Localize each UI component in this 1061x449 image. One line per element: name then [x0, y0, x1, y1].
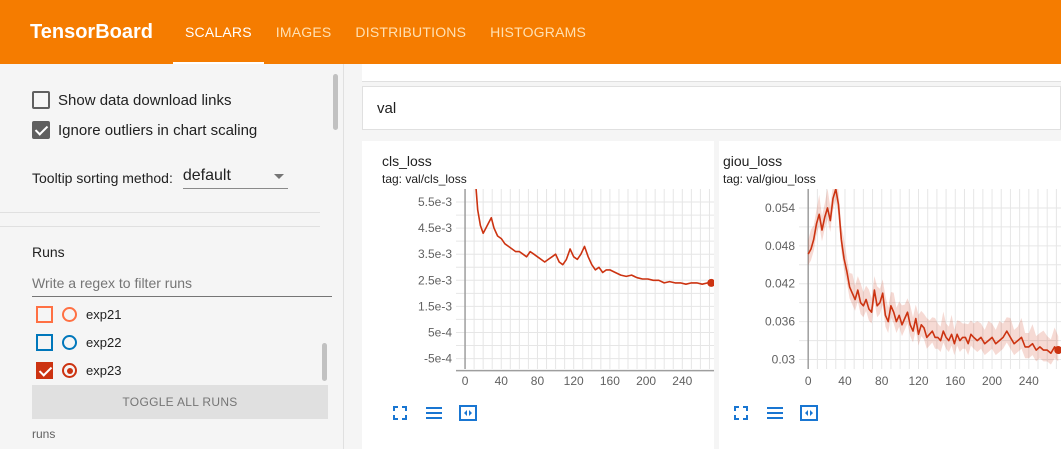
- cls-loss-chart[interactable]: 5.5e-3 4.5e-3 3.5e-3 2.5e-3 1.5e-3 5e-4 -5e-4 0…: [362, 189, 714, 399]
- chart-tag: tag: val/giou_loss: [723, 172, 816, 186]
- toggle-all-runs-button[interactable]: TOGGLE ALL RUNS: [32, 385, 328, 419]
- x-tick-label: 160: [600, 374, 620, 388]
- tab-distributions[interactable]: DISTRIBUTIONS: [343, 0, 478, 64]
- tab-scalars[interactable]: SCALARS: [173, 0, 264, 64]
- run-name: exp22: [86, 335, 122, 350]
- series-group: [475, 189, 712, 285]
- fit-domain-icon[interactable]: [458, 403, 478, 423]
- run-item-exp22[interactable]: exp22: [36, 334, 121, 351]
- sidebar-scrollbar[interactable]: [333, 74, 338, 130]
- x-tick-label: 80: [531, 374, 545, 388]
- runs-scrollbar[interactable]: [322, 343, 327, 381]
- y-tick-label: 4.5e-3: [418, 221, 452, 235]
- run-radio[interactable]: [62, 335, 77, 350]
- expand-icon[interactable]: [390, 403, 410, 423]
- runs-heading: Runs: [32, 244, 65, 260]
- run-filter-input[interactable]: Write a regex to filter runs: [32, 275, 332, 297]
- y-tick-label: 0.036: [765, 315, 795, 329]
- tooltip-sorting-value: default: [182, 167, 231, 184]
- run-checkbox[interactable]: [36, 362, 53, 379]
- y-tick-label: 2.5e-3: [418, 273, 452, 287]
- y-tick-label: 0.048: [765, 239, 795, 253]
- x-tick-label: 0: [805, 374, 812, 388]
- chart-title: cls_loss: [382, 153, 432, 169]
- y-tick-label: 0.042: [765, 277, 795, 291]
- y-tick-label: -5e-4: [424, 352, 452, 366]
- x-tick-label: 200: [636, 374, 656, 388]
- fit-domain-icon[interactable]: [799, 403, 819, 423]
- y-tick-label: 0.03: [772, 353, 796, 367]
- show-download-links-checkbox[interactable]: [32, 91, 50, 109]
- tooltip-sorting: Tooltip sorting method: default: [32, 167, 288, 189]
- app-title: TensorBoard: [30, 21, 153, 43]
- x-tick-label: 160: [945, 374, 965, 388]
- top-app-bar: TensorBoard SCALARS IMAGES DISTRIBUTIONS…: [0, 0, 1061, 64]
- x-tick-label: 80: [875, 374, 889, 388]
- run-checkbox[interactable]: [36, 306, 53, 323]
- chart-title: giou_loss: [723, 153, 783, 169]
- chevron-down-icon: [273, 174, 284, 179]
- main-panel: val cls_loss tag: val/cls_loss 5.5e-3 4.5…: [344, 64, 1061, 449]
- dashboard-tabs: SCALARS IMAGES DISTRIBUTIONS HISTOGRAMS: [173, 0, 598, 64]
- giou-loss-chart[interactable]: 0.054 0.048 0.042 0.036 0.03 0 40 80 120 160 200 24…: [719, 189, 1061, 399]
- run-name: exp23: [86, 363, 122, 378]
- log-scale-icon[interactable]: [765, 403, 785, 423]
- tooltip-sorting-label: Tooltip sorting method:: [32, 170, 173, 186]
- group-header-val[interactable]: val: [362, 86, 1061, 130]
- run-item-exp23[interactable]: .run-ci.on::after{background:#cc3311;} e…: [36, 362, 121, 379]
- y-tick-label: 5.5e-3: [418, 195, 452, 209]
- x-tick-label: 0: [462, 374, 469, 388]
- series-line-exp23: [475, 189, 712, 285]
- show-download-links-option[interactable]: Show data download links: [32, 91, 231, 109]
- sidebar: Show data download links Ignore outliers…: [0, 64, 344, 449]
- sidebar-divider: [0, 212, 320, 213]
- series-group: [807, 189, 1059, 365]
- tooltip-sorting-select[interactable]: default: [182, 167, 288, 189]
- run-name: exp21: [86, 307, 122, 322]
- log-scale-icon[interactable]: [424, 403, 444, 423]
- chart-actions: [390, 403, 478, 423]
- x-tick-label: 40: [838, 374, 852, 388]
- y-tick-label: 0.054: [765, 201, 795, 215]
- x-tick-label: 240: [1019, 374, 1039, 388]
- chart-tag: tag: val/cls_loss: [382, 172, 467, 186]
- show-download-links-label: Show data download links: [58, 91, 232, 109]
- tab-images[interactable]: IMAGES: [264, 0, 344, 64]
- ignore-outliers-checkbox[interactable]: [32, 121, 50, 139]
- y-tick-label: 5e-4: [428, 325, 452, 339]
- x-tick-label: 120: [564, 374, 584, 388]
- chart-card-cls-loss: cls_loss tag: val/cls_loss 5.5e-3 4.5e-3 3…: [362, 141, 714, 449]
- y-tick-label: 3.5e-3: [418, 247, 452, 261]
- x-tick-label: 40: [495, 374, 509, 388]
- expand-icon[interactable]: [731, 403, 751, 423]
- tab-histograms[interactable]: HISTOGRAMS: [478, 0, 598, 64]
- y-tick-label: 1.5e-3: [418, 299, 452, 313]
- chart-actions: [731, 403, 819, 423]
- x-tick-label: 240: [672, 374, 692, 388]
- run-checkbox[interactable]: [36, 334, 53, 351]
- run-radio[interactable]: [62, 307, 77, 322]
- x-tick-label: 120: [908, 374, 928, 388]
- runs-footer: runs: [32, 427, 56, 441]
- run-radio[interactable]: .run-ci.on::after{background:#cc3311;}: [62, 363, 77, 378]
- sidebar-divider: [0, 226, 320, 227]
- run-item-exp21[interactable]: exp21: [36, 306, 121, 323]
- previous-group-edge: [362, 64, 1061, 82]
- ignore-outliers-option[interactable]: Ignore outliers in chart scaling: [32, 121, 257, 139]
- chart-card-giou-loss: giou_loss tag: val/giou_loss 0.054 0.048 0…: [719, 141, 1061, 449]
- x-tick-label: 200: [982, 374, 1002, 388]
- ignore-outliers-label: Ignore outliers in chart scaling: [58, 121, 258, 139]
